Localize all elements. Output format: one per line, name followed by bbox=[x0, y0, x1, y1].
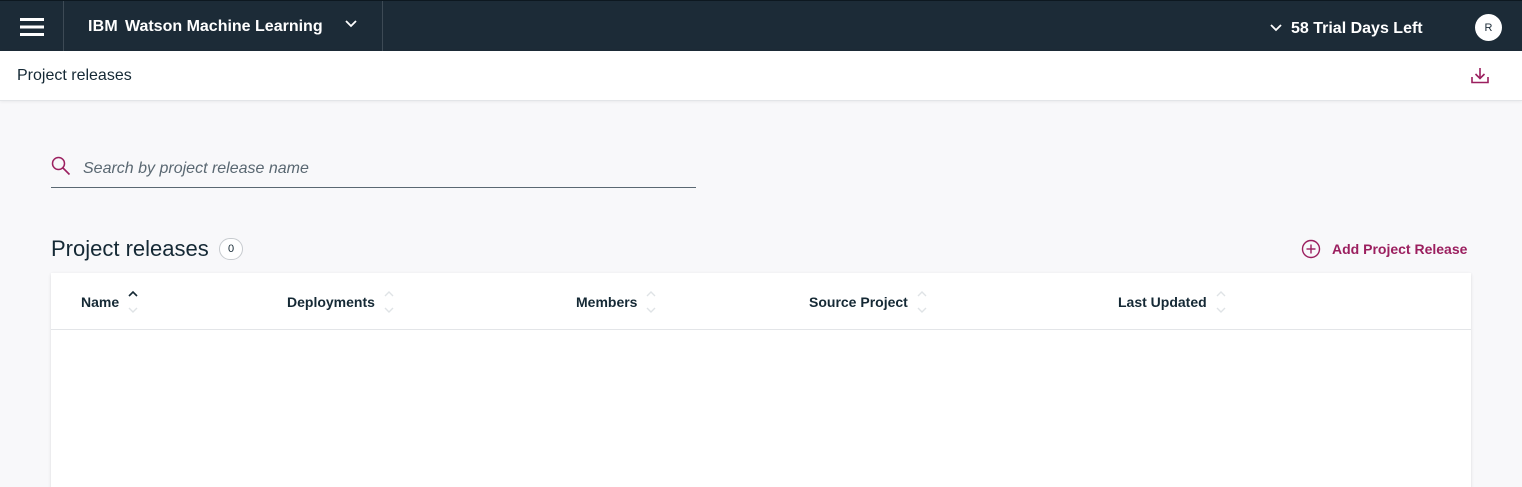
download-icon[interactable] bbox=[1471, 67, 1489, 84]
add-project-release-button[interactable]: Add Project Release bbox=[1301, 238, 1467, 260]
project-releases-table: Name Deployments Members Source Project bbox=[51, 273, 1471, 487]
page-header: Project releases bbox=[0, 51, 1522, 101]
column-header-members[interactable]: Members bbox=[576, 273, 657, 330]
brand-product-name: Watson Machine Learning bbox=[124, 17, 323, 35]
table-body bbox=[51, 330, 1471, 487]
trial-days-label: 58 Trial Days Left bbox=[1291, 19, 1423, 37]
hamburger-menu-icon bbox=[19, 17, 44, 36]
column-label: Deployments bbox=[287, 293, 375, 310]
column-header-last-updated[interactable]: Last Updated bbox=[1118, 273, 1227, 330]
search-icon bbox=[51, 156, 71, 176]
column-label: Members bbox=[576, 293, 638, 310]
sort-ascending-icon bbox=[128, 290, 138, 313]
column-label: Last Updated bbox=[1118, 293, 1207, 310]
brand-company: IBM bbox=[88, 17, 118, 35]
top-navigation-bar: IBM Watson Machine Learning 58 Trial Day… bbox=[0, 0, 1522, 52]
sort-icon bbox=[917, 290, 927, 313]
chevron-down-icon bbox=[1270, 23, 1282, 31]
section-title: Project releases bbox=[51, 236, 209, 261]
column-label: Name bbox=[81, 293, 120, 310]
column-header-name[interactable]: Name bbox=[81, 273, 139, 330]
count-value: 0 bbox=[227, 243, 235, 255]
sort-icon bbox=[1216, 290, 1226, 313]
user-avatar[interactable]: R bbox=[1475, 14, 1502, 41]
chevron-down-icon bbox=[345, 20, 357, 28]
trial-days-dropdown[interactable]: 58 Trial Days Left bbox=[1270, 1, 1423, 52]
hamburger-menu-button[interactable] bbox=[0, 1, 64, 52]
search-bar bbox=[51, 152, 696, 188]
count-badge: 0 bbox=[219, 238, 243, 260]
column-header-deployments[interactable]: Deployments bbox=[287, 273, 395, 330]
column-label: Source Project bbox=[809, 293, 908, 310]
add-project-release-label: Add Project Release bbox=[1332, 241, 1468, 257]
table-header: Name Deployments Members Source Project bbox=[51, 273, 1471, 330]
sort-icon bbox=[384, 290, 394, 313]
product-switcher[interactable]: IBM Watson Machine Learning bbox=[64, 1, 383, 52]
sort-icon bbox=[646, 290, 656, 313]
column-header-source-project[interactable]: Source Project bbox=[809, 273, 928, 330]
search-input[interactable] bbox=[83, 157, 683, 181]
add-circle-icon bbox=[1301, 239, 1321, 259]
page-title: Project releases bbox=[17, 67, 132, 84]
avatar-initial: R bbox=[1484, 21, 1493, 34]
